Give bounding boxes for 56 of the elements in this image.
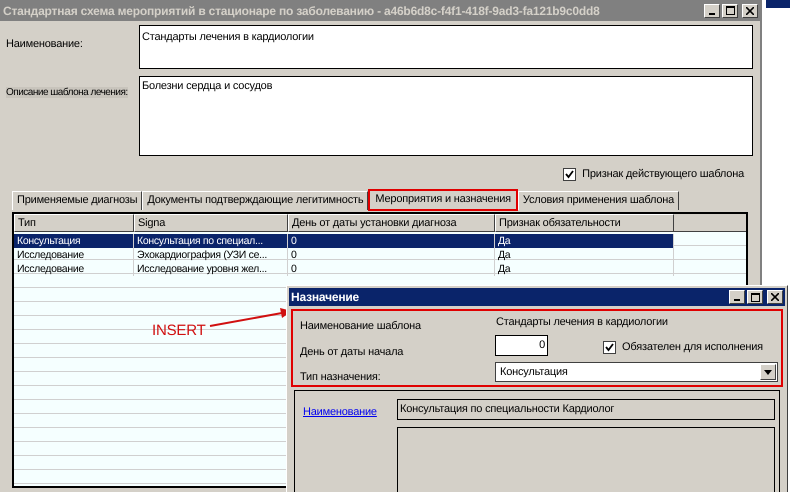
minimize-button[interactable] <box>704 4 720 18</box>
maximize-button[interactable] <box>747 290 763 304</box>
field-label: Тип назначения: <box>300 370 381 385</box>
tab[interactable]: Условия применения шаблона <box>518 190 680 210</box>
checkbox[interactable] <box>603 340 616 354</box>
table-cell: 0 <box>288 262 495 276</box>
name-field[interactable]: Стандарты лечения в кардиологии <box>139 25 753 69</box>
close-icon <box>771 293 779 301</box>
field-label: Наименование: <box>6 37 84 52</box>
close-icon <box>746 6 754 14</box>
table-cell: Исследование <box>14 248 134 262</box>
column-header[interactable]: Признак обязательности <box>495 214 674 232</box>
tab[interactable]: Мероприятия и назначения <box>368 188 518 210</box>
table-cell: 0 <box>288 248 495 262</box>
maximize-icon <box>726 6 734 15</box>
minimize-button[interactable] <box>729 290 745 304</box>
table-row[interactable]: Исследование Эхокардиография (УЗИ се... 0 Да <box>14 248 674 262</box>
table-cell: Консультация <box>14 234 134 248</box>
window-title: Стандартная схема мероприятий в стационаре по заболеванию - a46b6d8c-f4f1-418f-9ad3-fa121b9c0dd8 <box>3 2 600 20</box>
field-label: Описание шаблона лечения: <box>6 87 128 98</box>
table-cell: Да <box>495 262 674 276</box>
start-day-field[interactable]: 0 <box>495 335 548 356</box>
table-cell: Да <box>495 234 674 248</box>
table-row[interactable]: Исследование Исследование уровня жел... 0 Да <box>14 262 674 276</box>
name-value-field: Консультация по специальности Кардиолог <box>397 399 775 420</box>
dialog-title: Назначение <box>291 289 360 306</box>
column-header[interactable]: День от даты установки диагноза <box>288 214 495 232</box>
memo-field[interactable] <box>397 427 775 492</box>
maximize-icon <box>750 292 760 302</box>
table-cell: Консультация по специал... <box>134 234 288 248</box>
table-cell: Исследование <box>14 262 134 276</box>
minimize-icon <box>709 12 715 14</box>
field-label: День от даты начала <box>300 345 404 360</box>
screen-edge-bar <box>766 0 790 8</box>
checkbox-label: Признак действующего шаблона <box>582 167 744 182</box>
annotation-text: INSERT <box>152 321 206 341</box>
name-link[interactable]: Наименование <box>303 404 377 420</box>
table-cell: Да <box>495 248 674 262</box>
field-label: Наименование шаблона <box>300 319 421 334</box>
assignment-type-select[interactable]: Консультация <box>495 362 778 382</box>
close-button[interactable] <box>742 4 758 18</box>
template-name-value: Стандарты лечения в кардиологии <box>496 315 668 330</box>
close-button[interactable] <box>767 290 783 304</box>
table-row[interactable]: Консультация Консультация по специал... 0 Да <box>14 234 674 248</box>
tab[interactable]: Применяемые диагнозы <box>12 190 142 210</box>
description-field[interactable]: Болезни сердца и сосудов <box>139 76 753 156</box>
column-header[interactable]: Тип <box>14 214 134 232</box>
column-header[interactable]: Signa <box>134 214 288 232</box>
minimize-icon <box>734 299 740 301</box>
tab[interactable]: Документы подтверждающие легитимность <box>142 190 368 210</box>
table-cell: Исследование уровня жел... <box>134 262 288 276</box>
maximize-button[interactable] <box>722 4 738 18</box>
checkbox[interactable] <box>563 168 576 181</box>
table-cell: 0 <box>288 234 495 248</box>
checkbox-label: Обязателен для исполнения <box>622 340 763 355</box>
table-cell: Эхокардиография (УЗИ се... <box>134 248 288 262</box>
